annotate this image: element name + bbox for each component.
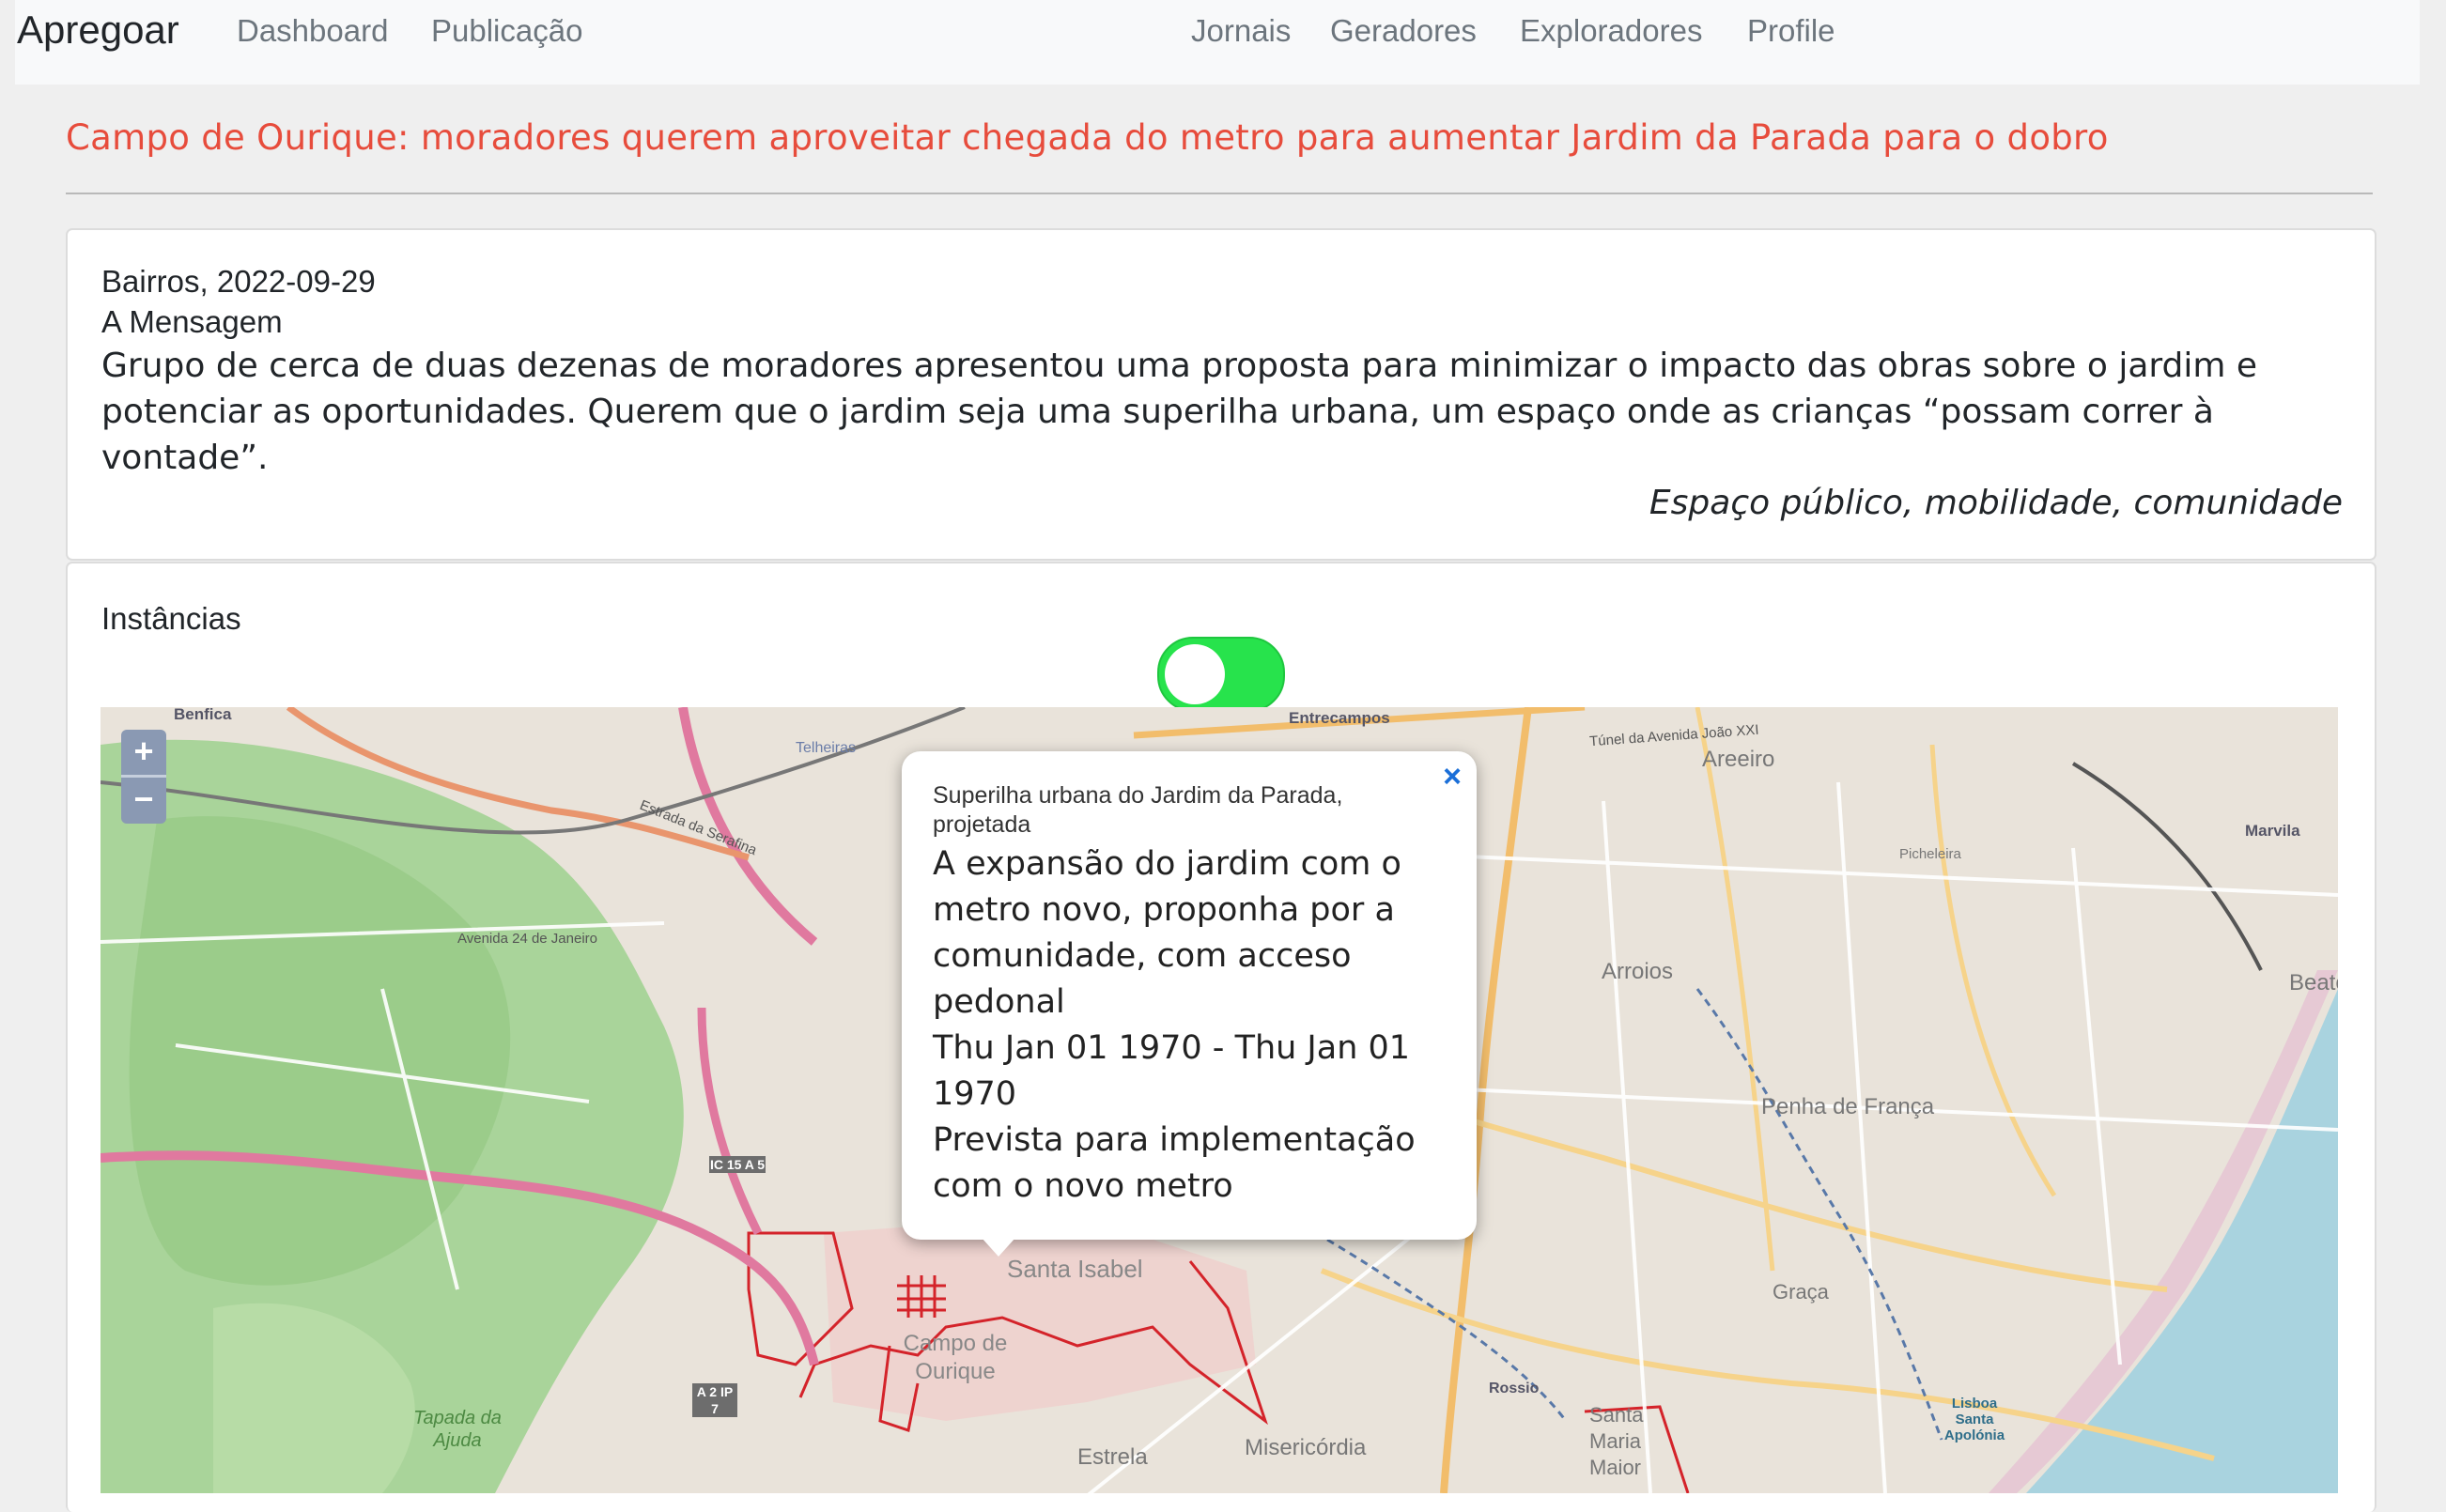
map-label: Benfica [174, 707, 232, 723]
title-divider [66, 193, 2373, 194]
zoom-out-button[interactable]: − [121, 775, 166, 824]
map-label: Penha de França [1761, 1094, 1935, 1119]
map-label: Rossio [1489, 1381, 1540, 1396]
map-label: Santa Maria Maior [1589, 1403, 1644, 1479]
popup-body: A expansão do jardim com o metro novo, p… [933, 841, 1459, 1210]
instances-toggle[interactable] [1157, 637, 1285, 712]
nav-exploradores[interactable]: Exploradores [1520, 13, 1702, 49]
message-date: Bairros, 2022-09-29 [101, 264, 376, 299]
map-label: Santa Isabel [1007, 1255, 1143, 1283]
map-label: Beato [2289, 970, 2338, 995]
toggle-knob [1165, 644, 1225, 704]
popup-tip [982, 1238, 1015, 1257]
zoom-in-button[interactable]: + [121, 730, 166, 775]
popup-status: Prevista para implementação com o novo m… [933, 1121, 1416, 1205]
map-label: Areeiro [1702, 747, 1775, 772]
map-label: Marvila [2245, 822, 2300, 840]
map-label: Misericórdia [1245, 1435, 1367, 1460]
map-label: Graça [1773, 1280, 1829, 1304]
map-label: IC 15 A 5 [709, 1156, 766, 1173]
map-label: Lisboa Santa Apolónia [1943, 1396, 2005, 1443]
zoom-control: + − [121, 730, 166, 824]
navbar: Apregoar Dashboard Publicação Jornais Ge… [15, 0, 2420, 85]
instances-heading: Instâncias [101, 601, 241, 636]
nav-dashboard[interactable]: Dashboard [237, 13, 388, 49]
map-label: Entrecampos [1289, 709, 1390, 727]
popup-subtitle: Superilha urbana do Jardim da Parada, pr… [933, 782, 1343, 838]
nav-profile[interactable]: Profile [1747, 13, 1835, 49]
map-popup: × Superilha urbana do Jardim da Parada, … [902, 751, 1477, 1240]
message-body: Grupo de cerca de duas dezenas de morado… [101, 347, 2258, 477]
map-label: Tapada da Ajuda [413, 1408, 502, 1451]
map-label: Telheiras [796, 740, 857, 756]
map-label: Arroios [1602, 959, 1674, 984]
message-tags: Espaço público, mobilidade, comunidade [1649, 484, 2343, 522]
map-label: Estrela [1077, 1444, 1148, 1470]
nav-publicacao[interactable]: Publicação [431, 13, 582, 49]
popup-description: A expansão do jardim com o metro novo, p… [933, 845, 1401, 1021]
nav-geradores[interactable]: Geradores [1330, 13, 1477, 49]
popup-dates: Thu Jan 01 1970 - Thu Jan 01 1970 [933, 1029, 1411, 1113]
article-title: Campo de Ourique: moradores querem aprov… [66, 117, 2109, 158]
map-label: Avenida 24 de Janeiro [457, 931, 598, 947]
brand-logo[interactable]: Apregoar [17, 8, 179, 53]
close-icon[interactable]: × [1443, 759, 1462, 795]
map-label: Campo de Ourique [903, 1331, 1008, 1384]
message-heading: A Mensagem [101, 304, 283, 339]
map-label: A 2 IP 7 [692, 1383, 737, 1417]
message-card: Bairros, 2022-09-29 A Mensagem Grupo de … [66, 228, 2376, 561]
nav-jornais[interactable]: Jornais [1191, 13, 1291, 49]
map-label: Picheleira [1899, 846, 1961, 862]
